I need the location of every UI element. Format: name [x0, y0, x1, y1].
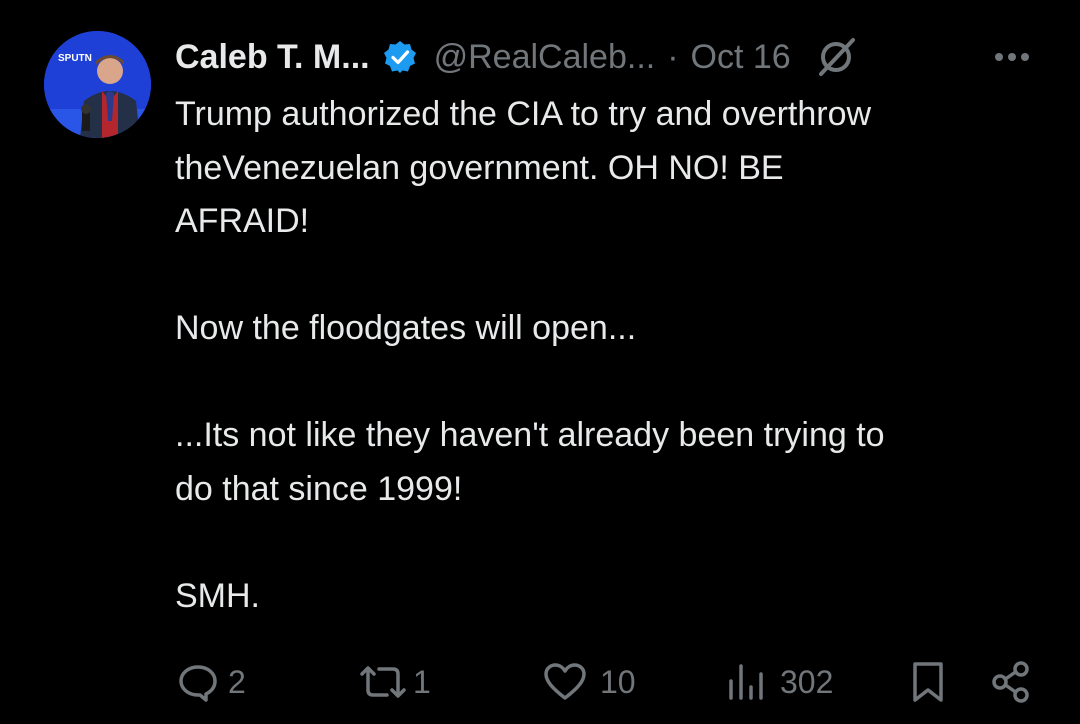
views-count: 302 [780, 663, 834, 700]
verified-badge-icon [382, 39, 418, 75]
views-button[interactable]: 302 [724, 656, 833, 708]
more-icon[interactable] [992, 42, 1032, 72]
tweet[interactable]: SPUTN Caleb T. M... @RealCaleb... · Oct … [0, 0, 1080, 724]
bookmark-icon [908, 659, 948, 705]
post-text: Trump authorized the CIA to try and over… [175, 95, 885, 615]
reply-icon [176, 660, 220, 704]
grok-icon[interactable] [813, 34, 859, 80]
repost-count: 1 [413, 663, 431, 700]
like-count: 10 [600, 663, 636, 700]
repost-button[interactable]: 1 [355, 656, 431, 708]
reply-count: 2 [228, 663, 246, 700]
reply-button[interactable]: 2 [176, 656, 246, 708]
separator-dot: · [667, 37, 679, 76]
avatar[interactable]: SPUTN [44, 31, 151, 138]
like-icon [542, 660, 588, 704]
share-icon [988, 659, 1034, 705]
avatar-logo-text: SPUTN [58, 53, 92, 64]
views-icon [724, 660, 768, 704]
share-button[interactable] [988, 656, 1034, 708]
author-handle[interactable]: @RealCaleb... [434, 38, 656, 77]
post-header: Caleb T. M... @RealCaleb... · Oct 16 [175, 31, 859, 83]
author-name[interactable]: Caleb T. M... [175, 38, 370, 77]
repost-icon [355, 660, 411, 704]
post-date[interactable]: Oct 16 [691, 38, 791, 77]
bookmark-button[interactable] [908, 656, 948, 708]
like-button[interactable]: 10 [542, 656, 636, 708]
